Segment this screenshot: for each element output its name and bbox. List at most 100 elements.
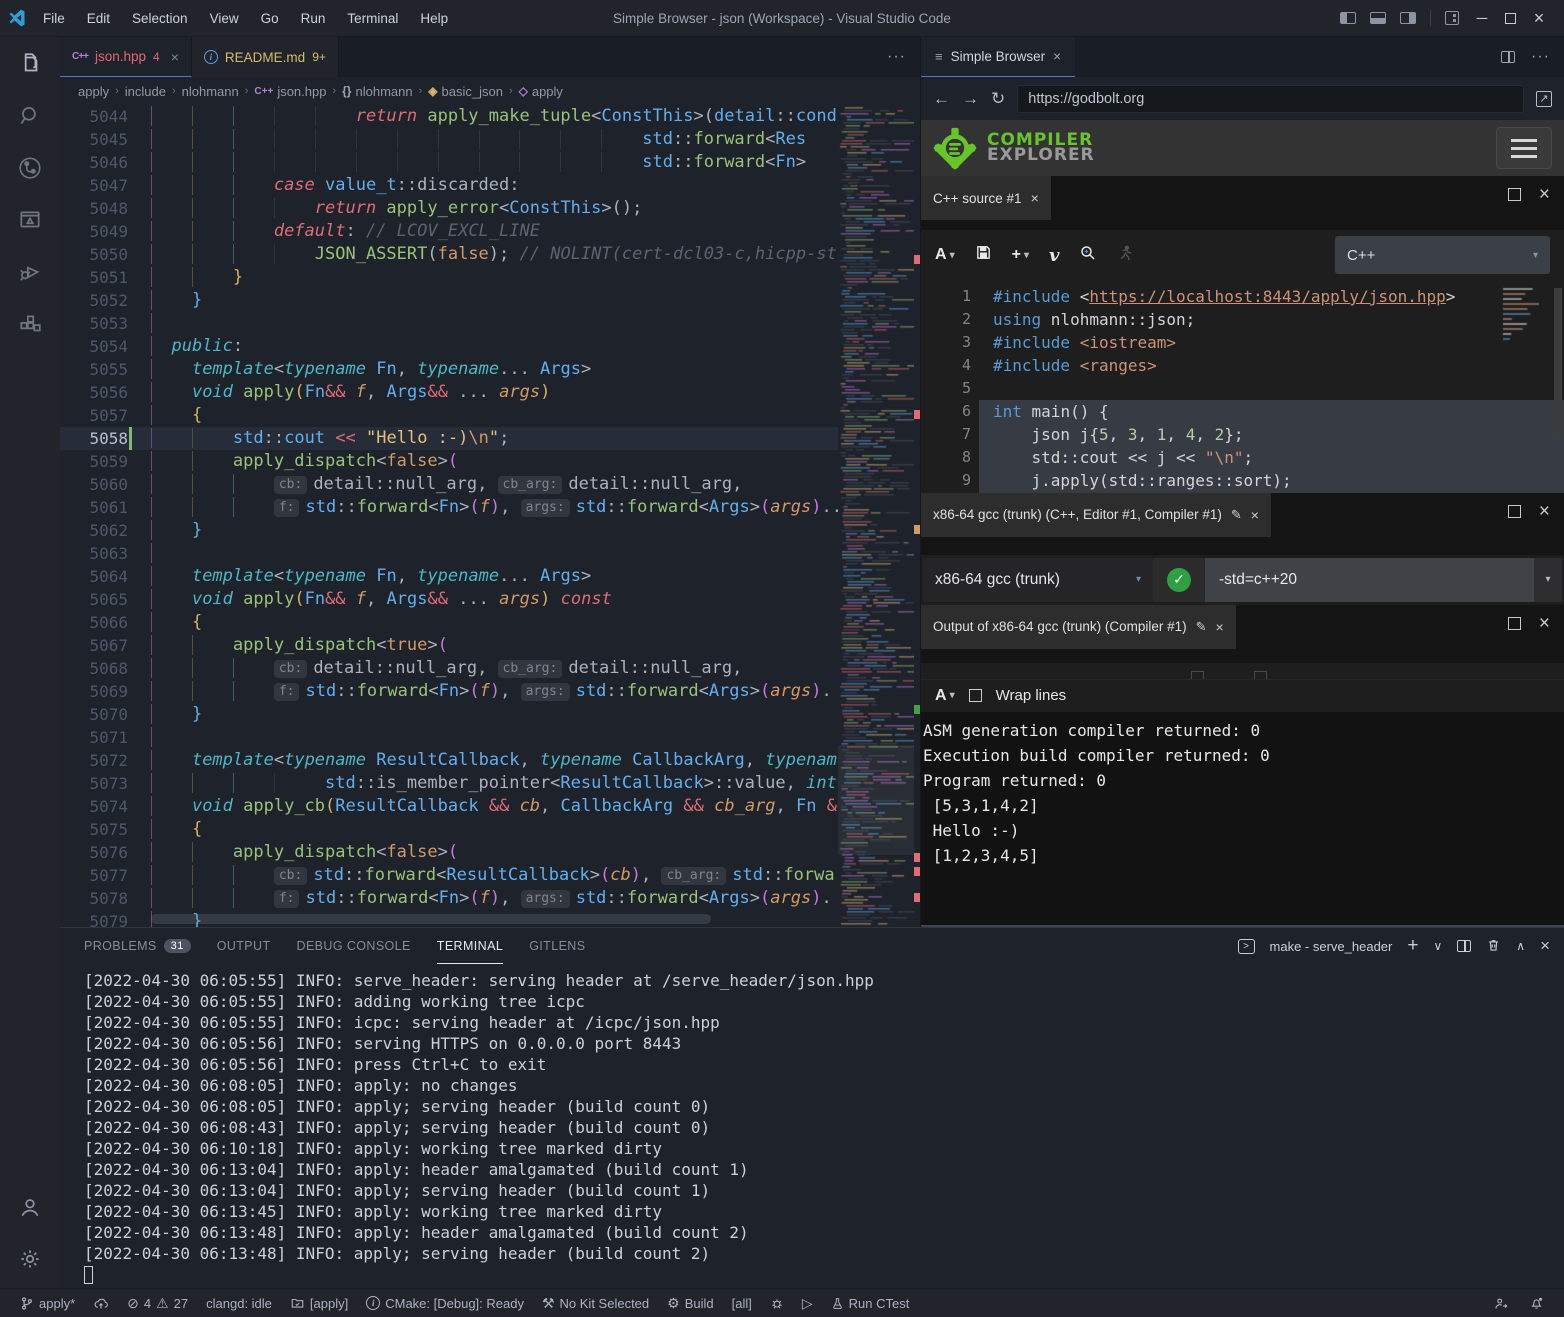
search-icon[interactable] xyxy=(17,103,43,129)
terminal-session-label[interactable]: make - serve_header xyxy=(1270,939,1393,954)
panel-tab-terminal[interactable]: TERMINAL xyxy=(437,928,503,964)
breadcrumb-item-json.hpp[interactable]: C++json.hpp xyxy=(254,84,326,99)
breadcrumb-item-nlohmann[interactable]: {}nlohmann xyxy=(342,84,412,99)
cmake-folder-item[interactable]: [apply] xyxy=(282,1289,356,1317)
build-target-item[interactable]: [all] xyxy=(724,1289,760,1317)
close-pane-icon[interactable]: × xyxy=(1251,507,1259,523)
tab-json-hpp[interactable]: C++ json.hpp 4 × xyxy=(60,37,192,77)
save-icon[interactable] xyxy=(975,244,992,266)
output-font-size-button[interactable]: A▾ xyxy=(935,687,955,705)
menu-selection[interactable]: Selection xyxy=(123,7,197,30)
breadcrumb-item-basic_json[interactable]: ◈basic_json xyxy=(428,84,503,99)
maximize-button[interactable] xyxy=(1505,13,1516,24)
rename-pane-icon[interactable]: ✎ xyxy=(1196,619,1207,635)
menu-file[interactable]: File xyxy=(34,7,74,30)
editor-more-actions[interactable]: ··· xyxy=(887,37,920,77)
breadcrumb-item-apply[interactable]: apply xyxy=(78,84,109,99)
quick-bench-runner-icon[interactable] xyxy=(1117,244,1134,267)
toggle-panel-icon[interactable] xyxy=(1370,12,1386,24)
menu-edit[interactable]: Edit xyxy=(78,7,119,30)
close-pane-icon[interactable]: × xyxy=(1539,617,1550,630)
menu-view[interactable]: View xyxy=(201,7,248,30)
open-external-icon[interactable]: ↗ xyxy=(1536,91,1552,107)
horizontal-scrollbar[interactable] xyxy=(151,914,711,924)
settings-gear-icon[interactable] xyxy=(17,1246,43,1272)
close-tab-icon[interactable]: × xyxy=(171,49,179,65)
panel-tab-gitlens[interactable]: GITLENS xyxy=(529,928,585,964)
toggle-sidebar-icon[interactable] xyxy=(1340,12,1356,24)
customize-layout-icon[interactable] xyxy=(1445,11,1459,25)
add-pane-button[interactable]: +▾ xyxy=(1012,246,1029,264)
zoom-search-icon[interactable] xyxy=(1079,244,1097,267)
kill-terminal-icon[interactable] xyxy=(1486,937,1501,956)
test-window-icon[interactable] xyxy=(17,207,43,233)
tab-readme-md[interactable]: i README.md 9+ xyxy=(192,37,339,77)
font-size-button[interactable]: A▾ xyxy=(935,246,955,264)
close-pane-icon[interactable]: × xyxy=(1539,188,1550,201)
toggle-secondary-sidebar-icon[interactable] xyxy=(1400,12,1416,24)
terminal-output[interactable]: [2022-04-30 06:05:55] INFO: serve_header… xyxy=(60,964,1564,1288)
more-actions-icon[interactable]: ··· xyxy=(1531,48,1550,66)
publish-item[interactable] xyxy=(85,1289,117,1317)
back-icon[interactable]: ← xyxy=(933,89,950,109)
menu-terminal[interactable]: Terminal xyxy=(338,7,407,30)
source-pane-tab[interactable]: C++ source #1 × xyxy=(921,176,1051,220)
ctest-item[interactable]: Run CTest xyxy=(823,1289,918,1317)
problems-item[interactable]: ⊘ 4 ⚠ 27 xyxy=(119,1289,196,1317)
feedback-item[interactable] xyxy=(1485,1296,1517,1311)
source-scrollbar[interactable] xyxy=(1554,288,1562,438)
minimap-slider[interactable] xyxy=(838,745,914,855)
panel-tab-debug-console[interactable]: DEBUG CONSOLE xyxy=(297,928,411,964)
close-pane-icon[interactable]: × xyxy=(1031,190,1039,206)
vim-toggle-icon[interactable]: v xyxy=(1049,245,1059,266)
options-dropdown-icon[interactable]: ▾ xyxy=(1534,558,1562,602)
close-panel-icon[interactable]: × xyxy=(1540,936,1550,956)
clangd-status-item[interactable]: clangd: idle xyxy=(198,1289,280,1317)
source-control-icon[interactable] xyxy=(17,155,43,181)
maximize-pane-icon[interactable] xyxy=(1508,505,1521,518)
split-editor-icon[interactable] xyxy=(1501,51,1515,63)
panel-tab-problems[interactable]: PROBLEMS31 xyxy=(84,928,191,964)
code-editor[interactable]: 5044 return apply_make_tuple<ConstThis>(… xyxy=(60,105,920,927)
build-item[interactable]: ⚙ Build xyxy=(659,1289,721,1317)
launch-item[interactable]: ▷ xyxy=(794,1289,821,1317)
extensions-icon[interactable] xyxy=(17,311,43,337)
close-pane-icon[interactable]: × xyxy=(1539,505,1550,518)
maximize-pane-icon[interactable] xyxy=(1508,617,1521,630)
notifications-item[interactable] xyxy=(1521,1295,1552,1311)
run-and-debug-icon[interactable] xyxy=(17,259,43,285)
compiler-options-input[interactable]: -std=c++20 xyxy=(1205,558,1534,602)
maximize-pane-icon[interactable] xyxy=(1508,188,1521,201)
menu-help[interactable]: Help xyxy=(411,7,457,30)
hamburger-menu-button[interactable] xyxy=(1496,127,1552,169)
close-button[interactable]: × xyxy=(1530,8,1548,29)
menu-go[interactable]: Go xyxy=(252,7,288,30)
explorer-icon[interactable] xyxy=(17,51,43,77)
compiler-pane-tab[interactable]: x86-64 gcc (trunk) (C++, Editor #1, Comp… xyxy=(921,493,1271,537)
kit-item[interactable]: ⚒ No Kit Selected xyxy=(534,1289,657,1317)
accounts-icon[interactable] xyxy=(17,1194,43,1220)
breadcrumb-item-nlohmann[interactable]: nlohmann xyxy=(182,84,239,99)
compiler-select[interactable]: x86-64 gcc (trunk) ▾ xyxy=(923,558,1153,602)
maximize-panel-icon[interactable]: ∧ xyxy=(1516,939,1525,953)
terminal-dropdown-icon[interactable]: ∨ xyxy=(1433,939,1442,953)
output-pane-tab[interactable]: Output of x86-64 gcc (trunk) (Compiler #… xyxy=(921,605,1236,649)
close-tab-icon[interactable]: × xyxy=(1053,49,1061,64)
cmake-status-item[interactable]: i CMake: [Debug]: Ready xyxy=(358,1289,532,1317)
source-code-editor[interactable]: 1#include <https://localhost:8443/apply/… xyxy=(921,280,1564,493)
minimize-button[interactable]: ─ xyxy=(1473,10,1491,27)
git-branch-item[interactable]: apply* xyxy=(12,1289,83,1317)
split-terminal-icon[interactable] xyxy=(1457,940,1471,952)
wrap-lines-checkbox[interactable] xyxy=(969,689,982,702)
debug-item[interactable] xyxy=(762,1289,792,1317)
forward-icon[interactable]: → xyxy=(962,89,979,109)
reload-icon[interactable]: ↻ xyxy=(991,89,1005,109)
language-select[interactable]: C++ ▾ xyxy=(1335,236,1550,274)
menu-run[interactable]: Run xyxy=(292,7,335,30)
new-terminal-icon[interactable]: + xyxy=(1407,935,1418,957)
close-pane-icon[interactable]: × xyxy=(1216,619,1224,635)
breadcrumb-item-apply[interactable]: ◇apply xyxy=(519,84,563,99)
url-input[interactable]: https://godbolt.org xyxy=(1017,85,1524,113)
rename-pane-icon[interactable]: ✎ xyxy=(1231,507,1242,523)
panel-tab-output[interactable]: OUTPUT xyxy=(217,928,271,964)
